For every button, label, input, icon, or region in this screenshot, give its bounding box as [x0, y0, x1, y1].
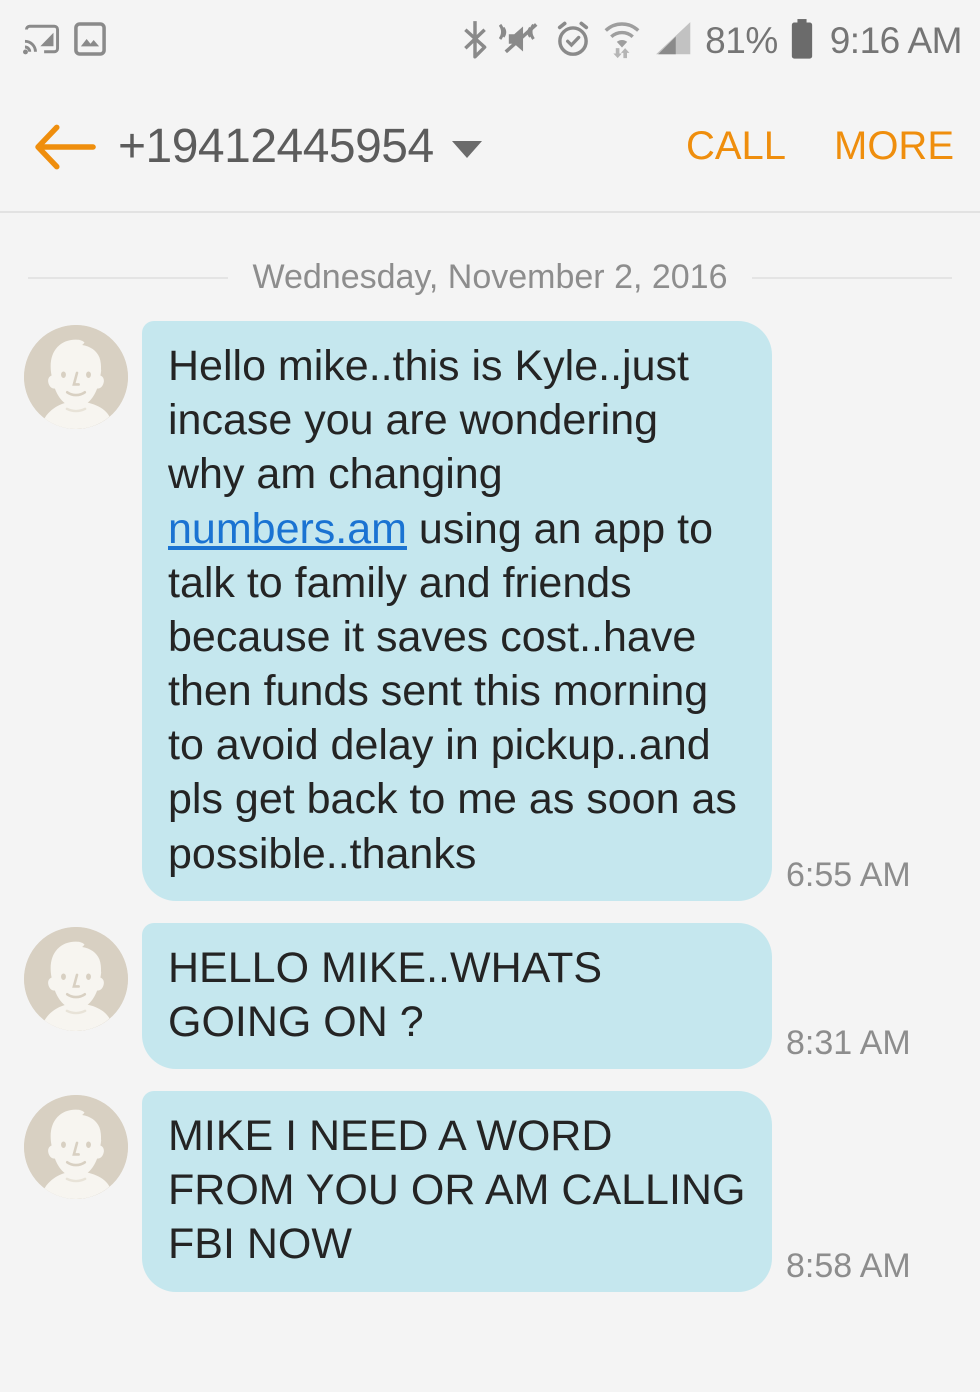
more-button[interactable]: MORE [834, 124, 954, 169]
recipient-selector[interactable]: +19412445954 [118, 119, 482, 174]
message-link[interactable]: numbers.am [168, 505, 407, 553]
message-text-part: Hello mike..this is Kyle..just incase yo… [168, 342, 701, 499]
message-list[interactable]: Wednesday, November 2, 2016 Hello mike..… [0, 213, 980, 1392]
wifi-icon [603, 19, 641, 64]
message-bubble-wrap: MIKE I NEED A WORD FROM YOU OR AM CALLIN… [142, 1091, 911, 1292]
message-row: MIKE I NEED A WORD FROM YOU OR AM CALLIN… [0, 1091, 980, 1292]
status-bar-left-icons [22, 21, 106, 62]
message-bubble-wrap: HELLO MIKE..WHATS GOING ON ? 8:31 AM [142, 922, 911, 1070]
message-timestamp: 6:55 AM [786, 855, 911, 894]
message-bubble[interactable]: HELLO MIKE..WHATS GOING ON ? [142, 922, 772, 1070]
cast-icon [22, 21, 62, 62]
message-row: HELLO MIKE..WHATS GOING ON ? 8:31 AM [0, 922, 980, 1070]
contact-avatar[interactable] [24, 325, 128, 429]
cellular-signal-icon [652, 20, 694, 63]
mute-vibrate-icon [498, 20, 543, 63]
battery-percent-label: 81% [705, 20, 778, 61]
contact-avatar[interactable] [24, 926, 128, 1031]
chevron-down-icon[interactable] [451, 141, 482, 158]
message-text-part: using an app to talk to family and frien… [168, 504, 749, 878]
alarm-icon [554, 20, 592, 63]
message-timestamp: 8:31 AM [786, 1024, 911, 1063]
bluetooth-icon [462, 19, 488, 64]
message-timestamp: 8:58 AM [786, 1246, 911, 1285]
date-divider-label: Wednesday, November 2, 2016 [252, 258, 728, 296]
status-clock: 9:16 AM [829, 20, 963, 61]
message-text: HELLO MIKE..WHATS GOING ON ? [168, 943, 615, 1046]
conversation-header: +19412445954 CALL MORE [0, 82, 980, 213]
page-title: +19412445954 [118, 120, 434, 173]
header-actions: CALL MORE [686, 124, 954, 169]
date-divider-rule-right [751, 276, 952, 279]
message-text: MIKE I NEED A WORD FROM YOU OR AM CALLIN… [168, 1112, 758, 1269]
screenshot-image-icon [74, 21, 106, 62]
status-bar: 81% 9:16 AM [0, 0, 980, 82]
message-text: Hello mike..this is Kyle..just incase yo… [168, 339, 746, 881]
message-bubble[interactable]: Hello mike..this is Kyle..just incase yo… [142, 321, 772, 901]
status-bar-right-icons: 81% 9:16 AM [462, 18, 963, 65]
back-button[interactable] [34, 116, 96, 178]
message-bubble[interactable]: MIKE I NEED A WORD FROM YOU OR AM CALLIN… [142, 1091, 772, 1292]
message-row: Hello mike..this is Kyle..just incase yo… [0, 321, 980, 901]
call-button[interactable]: CALL [686, 124, 786, 169]
date-divider-rule-left [28, 276, 229, 279]
battery-icon [789, 18, 815, 65]
contact-avatar[interactable] [24, 1095, 128, 1200]
message-bubble-wrap: Hello mike..this is Kyle..just incase yo… [142, 321, 911, 901]
date-divider: Wednesday, November 2, 2016 [0, 258, 980, 297]
